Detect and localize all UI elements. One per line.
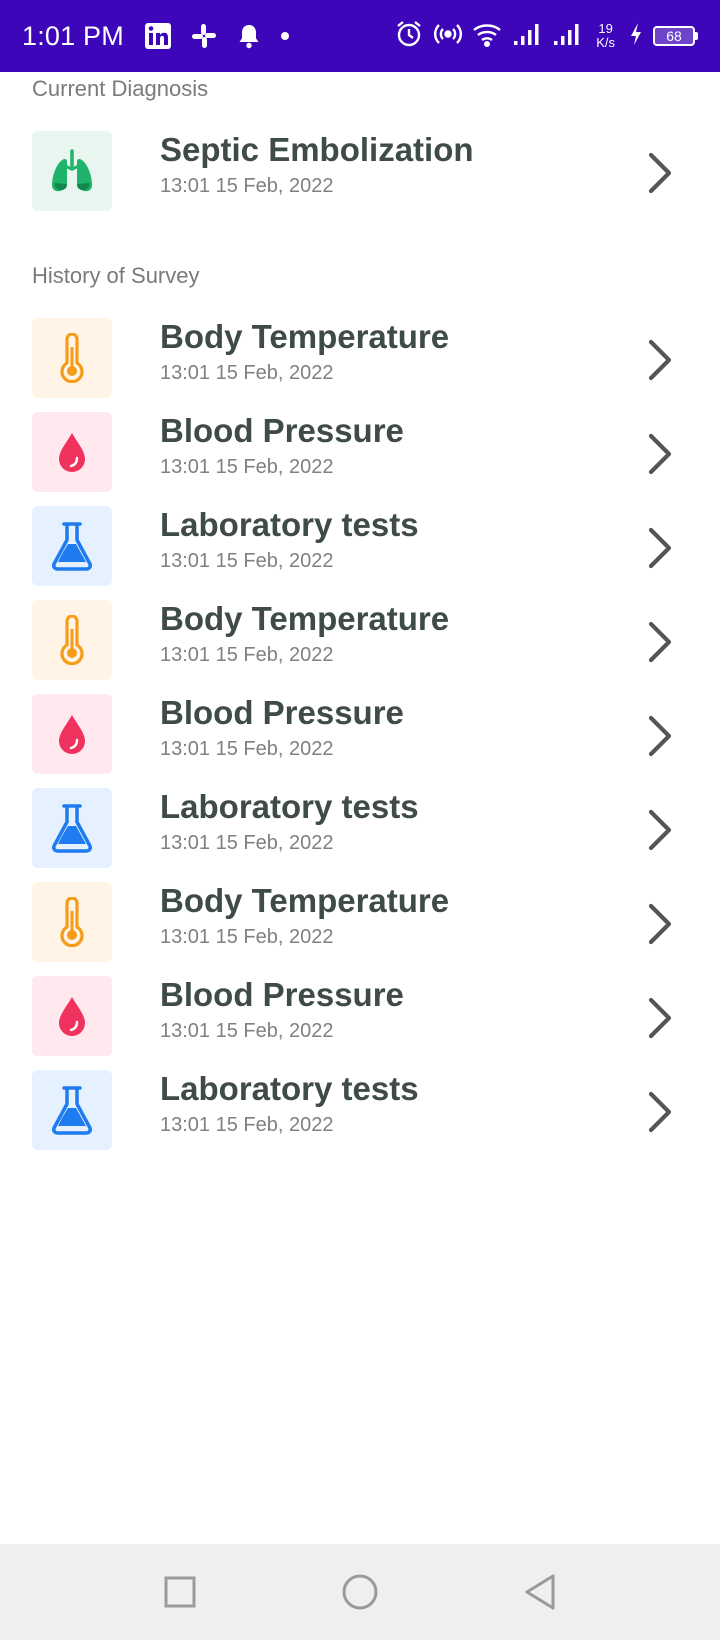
history-item-title: Laboratory tests xyxy=(160,788,419,825)
diagnosis-row[interactable]: Septic Embolization 13:01 15 Feb, 2022 xyxy=(0,131,720,213)
history-row[interactable]: Blood Pressure 13:01 15 Feb, 2022 xyxy=(0,694,720,776)
bell-icon xyxy=(236,22,262,50)
flask-icon xyxy=(32,1070,112,1150)
chevron-right-icon xyxy=(640,808,680,852)
history-item-title: Body Temperature xyxy=(160,882,450,919)
alarm-icon xyxy=(394,19,424,54)
history-row[interactable]: Laboratory tests 13:01 15 Feb, 2022 xyxy=(0,506,720,588)
back-triangle-icon[interactable] xyxy=(520,1572,560,1612)
thermometer-icon xyxy=(32,600,112,680)
chevron-right-icon xyxy=(640,151,680,195)
history-section-title: History of Survey xyxy=(32,263,200,288)
history-item-timestamp: 13:01 15 Feb, 2022 xyxy=(160,1114,334,1136)
battery-tip xyxy=(695,32,698,40)
history-row[interactable]: Body Temperature 13:01 15 Feb, 2022 xyxy=(0,318,720,400)
chevron-right-icon xyxy=(640,996,680,1040)
history-row[interactable]: Blood Pressure 13:01 15 Feb, 2022 xyxy=(0,976,720,1058)
net-speed-unit: K/s xyxy=(596,35,615,50)
history-row[interactable]: Laboratory tests 13:01 15 Feb, 2022 xyxy=(0,1070,720,1152)
status-icons: 19 K/s 68 xyxy=(394,19,698,54)
chevron-right-icon xyxy=(640,1090,680,1134)
history-item-title: Blood Pressure xyxy=(160,976,404,1013)
current-diagnosis-title: Current Diagnosis xyxy=(32,76,209,101)
hotspot-icon xyxy=(434,20,463,53)
history-item-title: Body Temperature xyxy=(160,600,450,637)
net-speed-value: 19 xyxy=(598,21,613,36)
history-item-title: Laboratory tests xyxy=(160,1070,419,1107)
chevron-right-icon xyxy=(640,902,680,946)
blood-drop-icon xyxy=(32,976,112,1056)
status-bar: 1:01 PM 19 K/s 68 xyxy=(0,0,720,72)
history-row[interactable]: Blood Pressure 13:01 15 Feb, 2022 xyxy=(0,412,720,494)
diagnosis-timestamp: 13:01 15 Feb, 2022 xyxy=(160,175,334,197)
history-item-title: Blood Pressure xyxy=(160,412,404,449)
history-item-title: Laboratory tests xyxy=(160,506,419,543)
slack-icon xyxy=(190,22,218,50)
blood-drop-icon xyxy=(32,412,112,492)
blood-drop-icon xyxy=(32,694,112,774)
chevron-right-icon xyxy=(640,338,680,382)
history-item-timestamp: 13:01 15 Feb, 2022 xyxy=(160,362,334,384)
chevron-right-icon xyxy=(640,620,680,664)
history-item-timestamp: 13:01 15 Feb, 2022 xyxy=(160,550,334,572)
history-item-timestamp: 13:01 15 Feb, 2022 xyxy=(160,644,334,666)
history-item-title: Blood Pressure xyxy=(160,694,404,731)
history-item-timestamp: 13:01 15 Feb, 2022 xyxy=(160,926,334,948)
flask-icon xyxy=(32,788,112,868)
history-row[interactable]: Body Temperature 13:01 15 Feb, 2022 xyxy=(0,600,720,682)
dot-icon xyxy=(280,31,290,41)
lungs-icon xyxy=(32,131,112,211)
linkedin-icon xyxy=(144,22,172,50)
signal-icon xyxy=(512,21,542,52)
history-item-timestamp: 13:01 15 Feb, 2022 xyxy=(160,832,334,854)
thermometer-icon xyxy=(32,318,112,398)
wifi-icon xyxy=(472,21,502,52)
chevron-right-icon xyxy=(640,526,680,570)
status-time: 1:01 PM xyxy=(22,20,124,51)
chevron-right-icon xyxy=(640,714,680,758)
history-item-timestamp: 13:01 15 Feb, 2022 xyxy=(160,1020,334,1042)
thermometer-icon xyxy=(32,882,112,962)
home-circle-icon[interactable] xyxy=(340,1572,380,1612)
battery-level: 68 xyxy=(653,26,695,46)
chevron-right-icon xyxy=(640,432,680,476)
recents-square-icon[interactable] xyxy=(160,1572,200,1612)
history-item-timestamp: 13:01 15 Feb, 2022 xyxy=(160,456,334,478)
history-item-title: Body Temperature xyxy=(160,318,450,355)
net-speed: 19 K/s xyxy=(596,22,615,50)
charging-icon xyxy=(629,22,643,51)
flask-icon xyxy=(32,506,112,586)
history-row[interactable]: Body Temperature 13:01 15 Feb, 2022 xyxy=(0,882,720,964)
battery-indicator: 68 xyxy=(653,26,698,46)
navigation-bar xyxy=(0,1544,720,1640)
history-item-timestamp: 13:01 15 Feb, 2022 xyxy=(160,738,334,760)
diagnosis-title: Septic Embolization xyxy=(160,131,474,168)
history-row[interactable]: Laboratory tests 13:01 15 Feb, 2022 xyxy=(0,788,720,870)
signal-icon xyxy=(552,21,582,52)
